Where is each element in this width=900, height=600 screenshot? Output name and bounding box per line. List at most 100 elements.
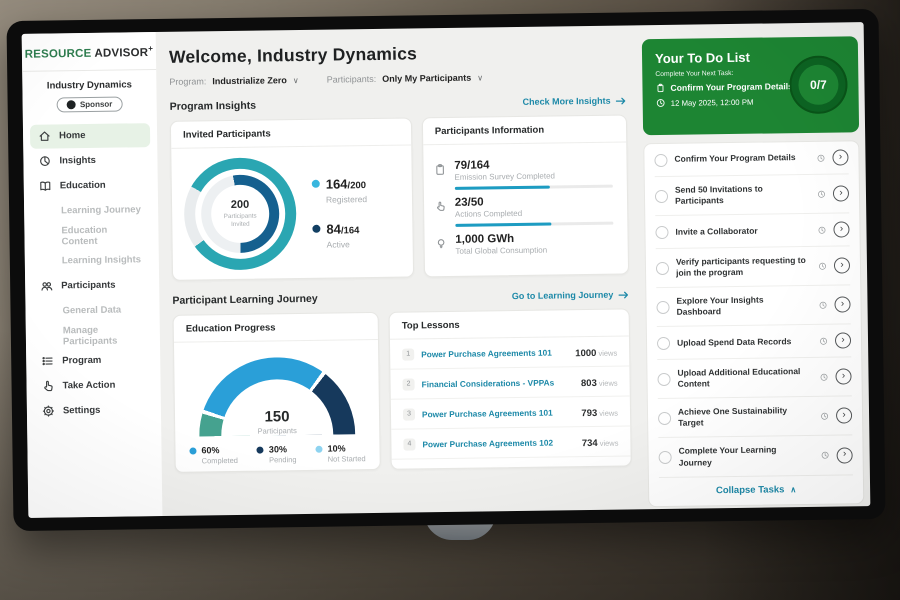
task-checkbox[interactable] xyxy=(656,301,669,314)
chevron-down-icon[interactable]: ∨ xyxy=(293,76,299,85)
todo-task-row: Confirm Your Program Details › xyxy=(654,141,848,177)
chevron-down-icon[interactable]: ∨ xyxy=(477,73,483,82)
actions-progress-bar xyxy=(455,222,613,227)
todo-task-row: Upload Spend Data Records › xyxy=(657,325,851,361)
chevron-up-icon: ∧ xyxy=(790,485,796,494)
page-title: Welcome, Industry Dynamics xyxy=(169,40,626,67)
task-open-button[interactable]: › xyxy=(836,408,852,424)
legend-completed: 60% Completed xyxy=(189,445,238,466)
todo-panel: Your To Do List Complete Your Next Task:… xyxy=(638,22,871,509)
invited-participants-card: Invited Participants 200 Participants In… xyxy=(170,117,414,280)
lesson-link[interactable]: Power Purchase Agreements 101 xyxy=(422,407,574,419)
recent-news-card: Recent News xyxy=(648,512,865,518)
legend-registered: 164/200 Registered xyxy=(312,175,368,205)
go-to-learning-journey-link[interactable]: Go to Learning Journey xyxy=(512,289,630,301)
education-progress-card: Education Progress 150 Participants xyxy=(173,312,381,473)
clock-icon xyxy=(818,300,827,309)
lesson-row: 1 Power Purchase Agreements 101 1000view… xyxy=(390,336,629,369)
clock-icon xyxy=(821,451,830,460)
legend-not-started: 10% Not Started xyxy=(315,443,365,464)
dashboard-screen: RESOURCE ADVISOR+ Industry Dynamics Spon… xyxy=(22,22,871,518)
monitor-bezel: RESOURCE ADVISOR+ Industry Dynamics Spon… xyxy=(6,9,885,531)
task-checkbox[interactable] xyxy=(657,337,670,350)
consumption-stat-row: 1,000 GWh Total Global Consumption xyxy=(434,232,614,257)
hand-pointer-icon xyxy=(41,380,54,393)
lesson-link[interactable]: Power Purchase Agreements 103 xyxy=(423,467,575,470)
legend-dot xyxy=(312,180,320,188)
clock-icon xyxy=(656,98,666,108)
survey-stat-row: 79/164 Emission Survey Completed xyxy=(433,158,613,190)
sidebar-item-general-data[interactable]: General Data xyxy=(32,298,152,324)
task-open-button[interactable]: › xyxy=(833,221,849,237)
sidebar-item-settings[interactable]: Settings xyxy=(34,398,154,424)
task-open-button[interactable]: › xyxy=(837,447,853,463)
rank-badge: 3 xyxy=(403,408,415,420)
legend-active: 84/164 Active xyxy=(312,220,368,250)
collapse-tasks-link[interactable]: Collapse Tasks ∧ xyxy=(659,475,853,506)
todo-task-row: Send 50 Invitations to Participants › xyxy=(655,174,850,216)
task-open-button[interactable]: › xyxy=(834,297,850,313)
sidebar-item-manage-participants[interactable]: Manage Participants xyxy=(33,323,153,349)
task-checkbox[interactable] xyxy=(658,412,671,425)
todo-task-row: Complete Your Learning Journey › xyxy=(658,436,853,478)
donut-legend: 164/200 Registered 84/164 Active xyxy=(312,175,368,250)
lesson-link[interactable]: Financial Considerations - VPPAs xyxy=(422,377,574,389)
rank-badge: 2 xyxy=(403,378,415,390)
sidebar-item-participants[interactable]: Participants xyxy=(32,273,152,299)
main-content: Welcome, Industry Dynamics Program: Indu… xyxy=(156,25,645,516)
sidebar-item-education[interactable]: Education xyxy=(31,173,151,199)
legend-dot xyxy=(316,446,323,453)
lesson-row: 2 Financial Considerations - VPPAs 803vi… xyxy=(390,366,629,399)
insights-cards-row: Invited Participants 200 Participants In… xyxy=(170,114,629,280)
participants-select[interactable]: Only My Participants xyxy=(382,73,471,84)
sidebar-item-learning-insights[interactable]: Learning Insights xyxy=(32,248,152,274)
task-open-button[interactable]: › xyxy=(835,333,851,349)
gauge-legend: 60% Completed 30% Pending xyxy=(175,434,379,466)
lesson-row: 4 Power Purchase Agreements 102 734views xyxy=(391,426,630,459)
task-open-button[interactable]: › xyxy=(833,185,849,201)
task-open-button[interactable]: › xyxy=(834,258,850,274)
lesson-row: 3 Power Purchase Agreements 101 793views xyxy=(391,396,630,429)
invited-donut-chart: 200 Participants Invited xyxy=(183,157,297,271)
task-checkbox[interactable] xyxy=(654,153,667,166)
sponsor-badge[interactable]: Sponsor xyxy=(57,96,123,112)
task-checkbox[interactable] xyxy=(655,225,668,238)
sidebar-item-home[interactable]: Home xyxy=(30,123,150,149)
sidebar-item-program[interactable]: Program xyxy=(33,348,153,374)
clock-icon xyxy=(817,189,826,198)
people-icon xyxy=(40,280,53,293)
lesson-link[interactable]: Power Purchase Agreements 101 xyxy=(421,347,568,359)
task-checkbox[interactable] xyxy=(656,262,669,275)
education-gauge-chart: 150 Participants xyxy=(198,356,355,436)
task-open-button[interactable]: › xyxy=(832,149,848,165)
sidebar-item-learning-journey[interactable]: Learning Journey xyxy=(31,198,151,224)
filters-row: Program: Industrialize Zero ∨ Participan… xyxy=(169,70,626,86)
app-logo: RESOURCE ADVISOR+ xyxy=(22,44,156,61)
rank-badge: 1 xyxy=(402,348,414,360)
task-open-button[interactable]: › xyxy=(835,369,851,385)
org-name: Industry Dynamics xyxy=(22,79,156,92)
sidebar-item-insights[interactable]: Insights xyxy=(30,148,150,174)
divider xyxy=(22,69,156,72)
sidebar-item-take-action[interactable]: Take Action xyxy=(33,373,153,399)
task-checkbox[interactable] xyxy=(657,373,670,386)
task-checkbox[interactable] xyxy=(655,189,668,202)
todo-task-row: Upload Additional Educational Content › xyxy=(657,358,852,400)
program-insights-header: Program Insights Check More Insights xyxy=(170,94,627,112)
hand-icon xyxy=(434,200,447,213)
arrow-right-icon xyxy=(618,290,629,299)
sidebar-item-education-content[interactable]: Education Content xyxy=(31,223,151,249)
actions-stat-row: 23/50 Actions Completed xyxy=(434,195,614,227)
task-checkbox[interactable] xyxy=(659,451,672,464)
rank-badge: 4 xyxy=(403,438,415,450)
check-more-insights-link[interactable]: Check More Insights xyxy=(523,95,627,106)
program-select[interactable]: Industrialize Zero xyxy=(212,75,287,86)
lesson-row: 5 Power Purchase Agreements 103 600views xyxy=(392,456,631,469)
todo-tasks-card: Confirm Your Program Details › Send 50 I… xyxy=(643,140,864,507)
lightbulb-icon xyxy=(434,237,447,250)
sponsor-badge-wrap: Sponsor xyxy=(23,96,157,113)
lesson-link[interactable]: Power Purchase Agreements 102 xyxy=(422,437,574,449)
todo-task-row: Verify participants requesting to join t… xyxy=(656,246,851,288)
clipboard-icon xyxy=(433,163,446,176)
todo-task-row: Invite a Collaborator › xyxy=(655,213,849,249)
